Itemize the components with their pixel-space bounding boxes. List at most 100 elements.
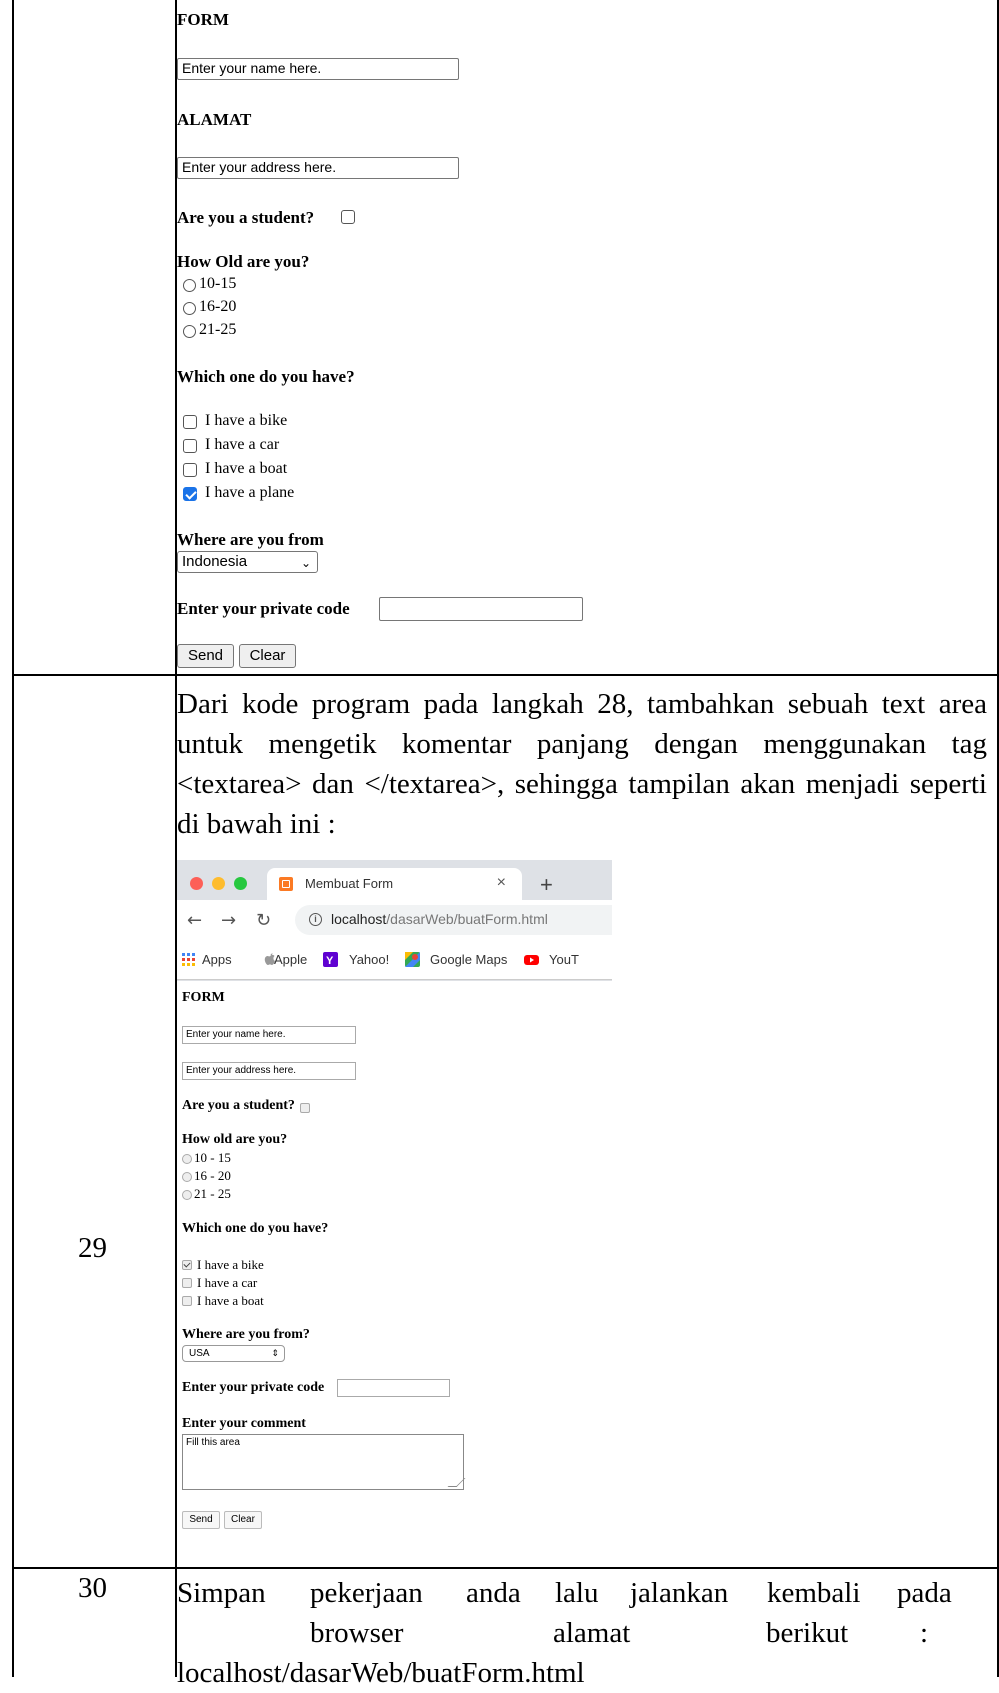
bookmark-apple[interactable]: Apple [274,952,307,967]
table-row-divider [12,1567,999,1569]
google-maps-icon [405,952,420,967]
age-option-label: 10 - 15 [194,1150,231,1165]
address-input[interactable]: Enter your address here. [182,1062,356,1080]
form-heading: FORM [177,10,229,29]
url-host: localhost [331,911,387,927]
age-option-label: 16 - 20 [194,1168,231,1183]
age-radio[interactable] [182,1154,192,1164]
chevron-updown-icon: ⇕ [271,1348,279,1358]
reload-icon[interactable]: ↻ [256,910,271,931]
clear-button[interactable]: Clear [239,644,296,668]
bookmarks-bar: Apps Apple Y Yahoo! Google Maps YouT [177,940,612,980]
age-option-label: 21 - 25 [194,1186,231,1201]
age-radio[interactable] [182,1190,192,1200]
form-heading: FORM [182,990,225,1005]
tab-membuat-form[interactable]: Membuat Form × [267,868,522,900]
close-window-button[interactable] [190,877,203,890]
from-heading: Where are you from [177,530,324,549]
step-instruction: Dari kode program pada langkah 28, tamba… [177,688,987,840]
code-label: Enter your private code [182,1380,325,1395]
country-select[interactable]: Indonesia ⌄ [177,551,318,573]
address-bar: ← → ↻ i localhost/dasarWeb/buatForm.html [177,900,612,940]
browser-screenshot: Membuat Form × + ← → ↻ i localhost/dasar… [177,860,612,1565]
back-arrow-icon[interactable]: ← [187,910,202,931]
instruction-word: jalankan [630,1577,729,1609]
yahoo-icon: Y [323,952,338,967]
instruction-word: pekerjaan [310,1577,423,1609]
apps-grid-icon [182,953,195,966]
have-option-label: I have a bike [205,412,288,429]
age-radio[interactable] [183,279,196,292]
have-checkbox[interactable] [182,1278,192,1288]
browser-chrome: Membuat Form × + ← → ↻ i localhost/dasar… [177,860,612,981]
instruction-line: localhost/dasarWeb/buatForm.html [177,1653,957,1693]
instruction-line: Simpan pekerjaan anda lalu jalankan kemb… [177,1573,957,1613]
clear-button[interactable]: Clear [224,1511,262,1529]
send-button[interactable]: Send [177,644,234,668]
instruction-line: browser alamat berikut : [177,1613,957,1653]
age-option-label: 10-15 [199,275,237,292]
step-number: 29 [78,1232,107,1264]
table-left-border [12,0,14,1677]
bookmark-google-maps[interactable]: Google Maps [430,952,507,967]
instruction-word: anda [466,1577,521,1609]
have-checkbox[interactable] [183,487,197,501]
comment-heading: Enter your comment [182,1416,306,1431]
youtube-icon [524,955,539,965]
name-input[interactable]: Enter your name here. [182,1026,356,1044]
instruction-url: localhost/dasarWeb/buatForm.html [177,1657,585,1689]
age-option-label: 21-25 [199,321,237,338]
address-input[interactable]: Enter your address here. [177,157,459,179]
bookmark-yahoo[interactable]: Yahoo! [349,952,389,967]
age-radio[interactable] [183,302,196,315]
bookmark-youtube[interactable]: YouT [549,952,579,967]
country-select[interactable]: USA ⇕ [182,1345,285,1362]
url-path: /dasarWeb/buatForm.html [386,911,548,927]
student-label: Are you a student? [177,208,315,227]
student-checkbox[interactable] [341,210,355,224]
have-checkbox[interactable] [183,415,197,429]
tab-bar: Membuat Form × + [177,860,612,900]
comment-textarea[interactable]: Fill this area [182,1434,464,1490]
instruction-word: berikut [766,1617,849,1649]
have-checkbox[interactable] [183,463,197,477]
have-checkbox[interactable] [183,439,197,453]
svg-text:Y: Y [326,955,334,967]
have-option-label: I have a boat [205,460,288,477]
age-heading: How Old are you? [177,252,310,271]
have-heading: Which one do you have? [177,367,355,386]
have-heading: Which one do you have? [182,1221,329,1236]
step-instruction: Simpan pekerjaan anda lalu jalankan kemb… [177,1573,957,1693]
age-radio[interactable] [183,325,196,338]
have-option-label: I have a plane [205,484,295,501]
send-button[interactable]: Send [182,1511,220,1529]
info-icon[interactable]: i [309,913,322,926]
close-icon[interactable]: × [497,874,506,892]
have-option-label: I have a car [197,1275,258,1290]
age-option-label: 16-20 [199,298,237,315]
have-checkbox[interactable] [182,1296,192,1306]
instruction-word: Simpan [177,1577,266,1609]
have-option-label: I have a car [205,436,280,453]
maximize-window-button[interactable] [234,877,247,890]
new-tab-button[interactable]: + [540,872,553,898]
instruction-word: lalu [555,1577,599,1609]
address-heading: ALAMAT [177,110,252,129]
instruction-word: alamat [553,1617,631,1649]
step-number: 30 [78,1572,107,1604]
student-checkbox[interactable] [300,1103,310,1113]
instruction-word: kembali [767,1577,861,1609]
name-input[interactable]: Enter your name here. [177,58,459,80]
have-option-label: I have a bike [197,1257,264,1272]
url-text: localhost/dasarWeb/buatForm.html [331,911,548,927]
private-code-input[interactable] [337,1379,450,1397]
url-field[interactable]: i localhost/dasarWeb/buatForm.html [295,905,612,935]
chevron-down-icon: ⌄ [300,556,311,570]
private-code-input[interactable] [379,597,583,621]
age-radio[interactable] [182,1172,192,1182]
have-checkbox[interactable] [182,1260,192,1270]
have-option-label: I have a boat [197,1293,264,1308]
bookmark-apps[interactable]: Apps [202,952,232,967]
forward-arrow-icon[interactable]: → [221,910,236,931]
minimize-window-button[interactable] [212,877,225,890]
